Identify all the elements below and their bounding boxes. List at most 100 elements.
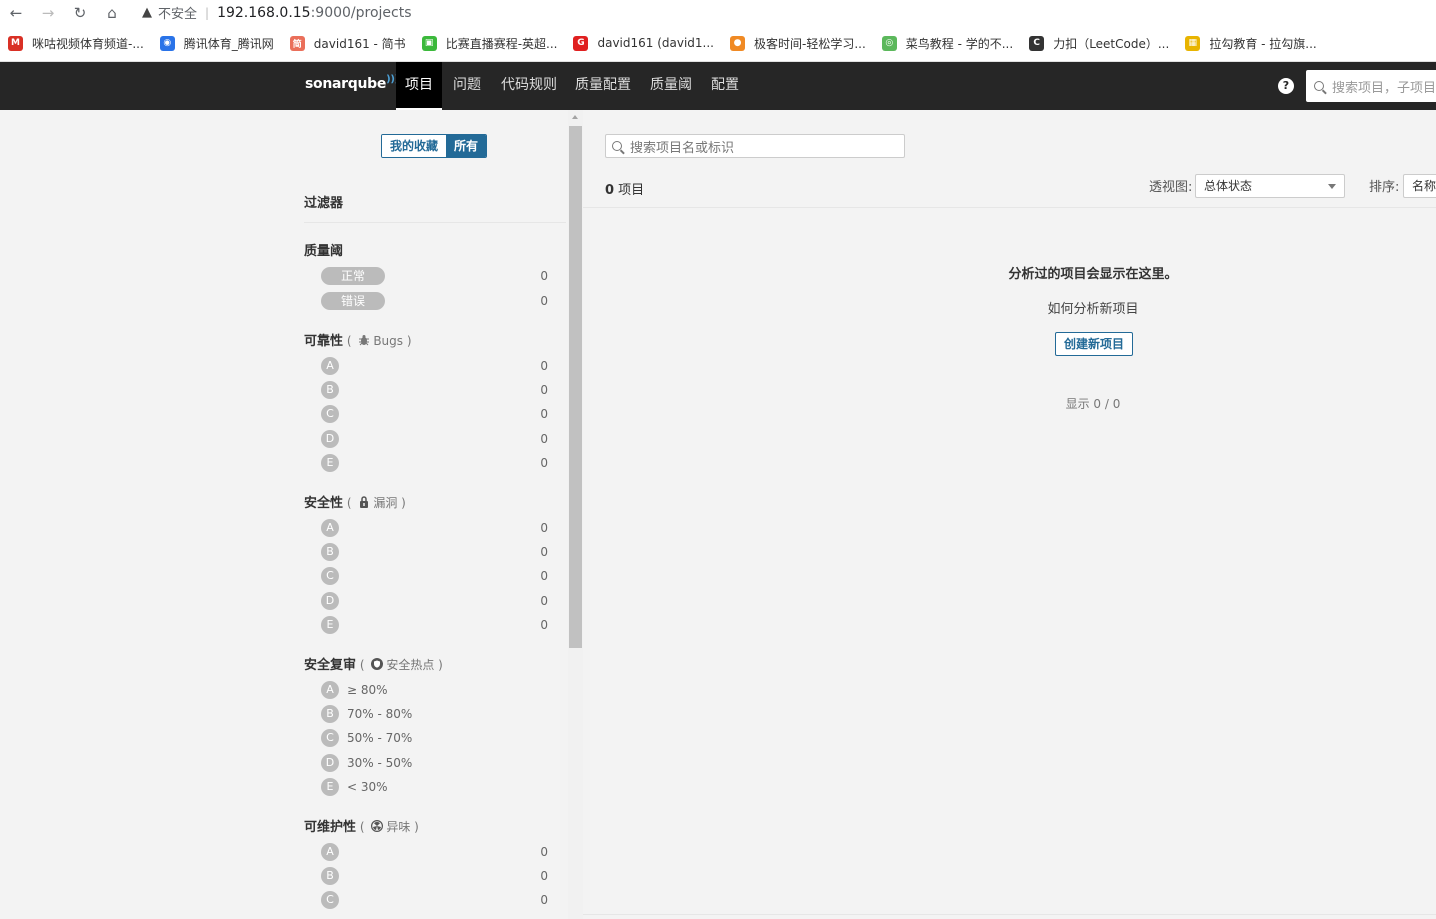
global-search-input[interactable]: 搜索项目，子项目和文件 (1306, 70, 1436, 102)
rating-a[interactable]: A (321, 519, 339, 537)
rating-b[interactable]: B (321, 543, 339, 562)
sort-label: 排序: (1369, 180, 1400, 195)
bookmark-item[interactable]: Gdavid161 (david1... (573, 35, 714, 51)
bookmark-label: 极客时间-轻松学习... (754, 36, 866, 51)
rating-d[interactable]: D (321, 429, 339, 448)
chevron-down-icon (1328, 184, 1336, 189)
perspective-label: 透视图: (1149, 180, 1193, 195)
rating-c[interactable]: C (321, 891, 339, 910)
bookmark-item[interactable]: C 力扣（LeetCode）... (1029, 35, 1169, 52)
help-icon[interactable]: ? (1278, 78, 1294, 94)
search-icon (1314, 81, 1324, 91)
perspective-select[interactable]: 总体状态 (1195, 174, 1345, 198)
code-smell-icon (371, 820, 384, 832)
toggle-favorites[interactable]: 我的收藏 (382, 135, 447, 157)
facet-count: 0 (540, 359, 548, 373)
bookmark-label: 拉勾教育 - 拉勾旗... (1209, 36, 1317, 51)
address-bar[interactable]: ▲ 不安全 | 192.168.0.15:9000/projects (142, 2, 412, 24)
rating-c[interactable]: C (321, 567, 339, 586)
divider (583, 207, 1436, 208)
rating-range-label[interactable]: ≥ 80% (347, 681, 388, 699)
create-project-button[interactable]: 创建新项目 (1055, 332, 1134, 356)
rating-e[interactable]: E (321, 777, 339, 796)
toggle-all[interactable]: 所有 (446, 135, 487, 157)
projects-main: 搜索项目名或标识 0 项目 透视图: 总体状态 排序: 名称 分析过的项目会显示… (583, 110, 1436, 919)
browser-toolbar: ← → ↻ ⌂ ▲ 不安全 | 192.168.0.15:9000/projec… (0, 0, 1436, 25)
divider (583, 914, 1436, 915)
facet-count: 0 (540, 269, 548, 283)
facet-count: 0 (540, 407, 548, 422)
scroll-up-arrow-icon[interactable] (572, 115, 578, 119)
bookmark-label: 咪咕视频体育频道-... (32, 36, 144, 51)
shield-icon (371, 658, 384, 670)
facet-count: 0 (540, 521, 548, 535)
facet-reliability-title[interactable]: 可靠性 ( Bugs ) (304, 330, 412, 349)
url-text[interactable]: 192.168.0.15:9000/projects (217, 5, 411, 21)
rating-d[interactable]: D (321, 591, 339, 610)
bookmark-favicon-icon: M (8, 35, 23, 51)
rating-d[interactable]: D (321, 753, 339, 772)
rating-range-label[interactable]: 70% - 80% (347, 705, 412, 723)
home-icon[interactable]: ⌂ (104, 5, 120, 21)
bookmark-item[interactable]: ▣ 比赛直播赛程-英超... (421, 35, 557, 52)
facet-security-title[interactable]: 安全性 ( 漏洞 ) (304, 492, 406, 511)
bookmark-item[interactable]: 简 david161 - 简书 (289, 35, 406, 52)
nav-issues[interactable]: 问题 (444, 62, 490, 110)
project-search-input[interactable]: 搜索项目名或标识 (605, 134, 905, 158)
bookmark-favicon-icon: ◉ (159, 35, 175, 51)
search-icon (612, 141, 622, 151)
nav-projects[interactable]: 项目 (396, 62, 442, 110)
bookmark-item[interactable]: ◎ 菜鸟教程 - 学的不... (881, 35, 1014, 52)
rating-range-label[interactable]: < 30% (347, 778, 388, 796)
bookmark-favicon-icon: 简 (289, 35, 305, 51)
sidebar-scrollbar[interactable] (568, 110, 583, 919)
rating-a[interactable]: A (321, 357, 339, 375)
top-navigation: sonarqube))) 项目 问题 代码规则 质量配置 质量阈 配置 ? 搜索… (0, 62, 1436, 110)
facet-quality-gate-title[interactable]: 质量阈 (304, 240, 343, 259)
nav-administration[interactable]: 配置 (702, 62, 748, 110)
rating-b[interactable]: B (321, 705, 339, 724)
rating-b[interactable]: B (321, 381, 339, 400)
facet-count: 0 (540, 455, 548, 470)
rating-a[interactable]: A (321, 843, 339, 861)
bookmark-label: david161 - 简书 (313, 36, 406, 51)
rating-range-label[interactable]: 50% - 70% (347, 729, 412, 747)
rating-e[interactable]: E (321, 453, 339, 472)
bookmark-item[interactable]: ◉ 腾讯体育_腾讯网 (159, 35, 274, 52)
rating-range-label[interactable]: 30% - 50% (347, 754, 412, 772)
back-arrow-icon[interactable]: ← (8, 5, 24, 21)
bookmark-label: 腾讯体育_腾讯网 (183, 36, 274, 51)
rating-a[interactable]: A (321, 681, 339, 699)
rating-c[interactable]: C (321, 405, 339, 424)
bookmark-label: david161 (david1... (597, 36, 714, 50)
scroll-thumb[interactable] (569, 126, 582, 648)
quality-gate-error[interactable]: 错误 (321, 292, 385, 310)
facet-count: 0 (540, 593, 548, 608)
rating-e[interactable]: E (321, 615, 339, 634)
nav-quality-profiles[interactable]: 质量配置 (566, 62, 640, 110)
quality-gate-ok[interactable]: 正常 (321, 267, 385, 285)
rating-c[interactable]: C (321, 729, 339, 748)
bookmark-item[interactable]: M 咪咕视频体育频道-... (8, 35, 144, 52)
bookmark-favicon-icon: C (1029, 35, 1045, 51)
bug-icon (359, 335, 370, 346)
bookmark-item[interactable]: ● 极客时间-轻松学习... (730, 35, 866, 52)
project-count: 0 项目 (605, 183, 645, 198)
nav-quality-gates[interactable]: 质量阈 (641, 62, 701, 110)
rating-b[interactable]: B (321, 867, 339, 886)
facet-count: 0 (540, 869, 548, 884)
forward-arrow-icon[interactable]: → (40, 5, 56, 21)
reload-icon[interactable]: ↻ (72, 5, 88, 21)
facet-maintainability-title[interactable]: 可维护性 ( 异味 ) (304, 816, 419, 835)
bookmark-label: 菜鸟教程 - 学的不... (905, 36, 1014, 51)
bookmark-favicon-icon: ● (730, 35, 745, 51)
bookmark-item[interactable]: ▦ 拉勾教育 - 拉勾旗... (1185, 35, 1317, 52)
facet-count: 0 (540, 617, 548, 632)
how-to-analyze-link[interactable]: 如何分析新项目 (583, 298, 1436, 317)
sonarqube-logo[interactable]: sonarqube))) (305, 74, 399, 92)
favorites-all-toggle: 我的收藏 所有 (381, 134, 488, 158)
pagination-footer: 显示 0 / 0 (1065, 397, 1121, 411)
nav-rules[interactable]: 代码规则 (492, 62, 566, 110)
facet-security-review-title[interactable]: 安全复审 ( 安全热点 ) (304, 654, 443, 673)
sort-select[interactable]: 名称 (1403, 174, 1436, 198)
